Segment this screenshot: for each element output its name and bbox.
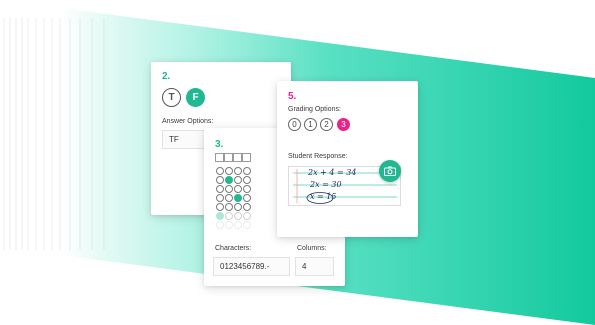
- camera-icon: [384, 166, 396, 176]
- characters-label: Characters:: [215, 245, 252, 252]
- bubble[interactable]: [216, 221, 224, 229]
- bubble[interactable]: [225, 203, 233, 211]
- answer-circle-mark: [306, 192, 334, 204]
- question-number: 2.: [162, 71, 171, 82]
- answer-options-label: Answer Options:: [162, 118, 214, 125]
- question-number: 5.: [288, 91, 297, 102]
- bubble[interactable]: [243, 185, 251, 193]
- question-card-5: 5. Grading Options: Student Response:: [277, 81, 418, 237]
- bubble[interactable]: [243, 176, 251, 184]
- bubble[interactable]: [216, 203, 224, 211]
- grid-header-cell: [215, 153, 224, 162]
- bubble[interactable]: [225, 167, 233, 175]
- grid-header-cell: [224, 153, 233, 162]
- student-response-label: Student Response:: [288, 153, 348, 160]
- bubble[interactable]: [216, 194, 224, 202]
- bubble[interactable]: [216, 176, 224, 184]
- bubble[interactable]: [234, 176, 242, 184]
- true-option[interactable]: T: [162, 88, 181, 107]
- bubble[interactable]: [225, 221, 233, 229]
- handwriting-line-2: 2x = 30: [310, 180, 342, 189]
- camera-button[interactable]: [379, 160, 401, 182]
- characters-input[interactable]: 0123456789.-: [213, 257, 290, 276]
- columns-label: Columns:: [297, 245, 327, 252]
- bubble[interactable]: [225, 212, 233, 220]
- bubble[interactable]: [243, 221, 251, 229]
- false-option[interactable]: F: [186, 88, 205, 107]
- bubble-filled[interactable]: [234, 194, 242, 202]
- grade-option-2[interactable]: 2: [320, 118, 333, 131]
- bubble[interactable]: [243, 203, 251, 211]
- grid-header-cell: [242, 153, 251, 162]
- bubble[interactable]: [216, 167, 224, 175]
- bubble[interactable]: [234, 203, 242, 211]
- grade-option-0[interactable]: 0: [288, 118, 301, 131]
- grade-option-3[interactable]: 3: [337, 118, 350, 131]
- bubble[interactable]: [216, 185, 224, 193]
- bubble[interactable]: [225, 194, 233, 202]
- bubble[interactable]: [234, 212, 242, 220]
- grid-header-cell: [233, 153, 242, 162]
- grade-option-1[interactable]: 1: [304, 118, 317, 131]
- bubble-filled[interactable]: [216, 212, 224, 220]
- bubble[interactable]: [243, 212, 251, 220]
- bubble[interactable]: [243, 167, 251, 175]
- handwriting-line-1: 2x + 4 = 34: [308, 168, 357, 177]
- bubble[interactable]: [243, 194, 251, 202]
- bubble[interactable]: [225, 185, 233, 193]
- question-number: 3.: [215, 139, 224, 150]
- columns-input[interactable]: 4: [295, 257, 334, 276]
- bubble[interactable]: [234, 167, 242, 175]
- bubble[interactable]: [234, 185, 242, 193]
- bubble-filled[interactable]: [225, 176, 233, 184]
- canvas: 2. T F Answer Options: TF 3. Characters:…: [0, 0, 595, 325]
- grading-options-label: Grading Options:: [288, 106, 341, 113]
- bubble[interactable]: [234, 221, 242, 229]
